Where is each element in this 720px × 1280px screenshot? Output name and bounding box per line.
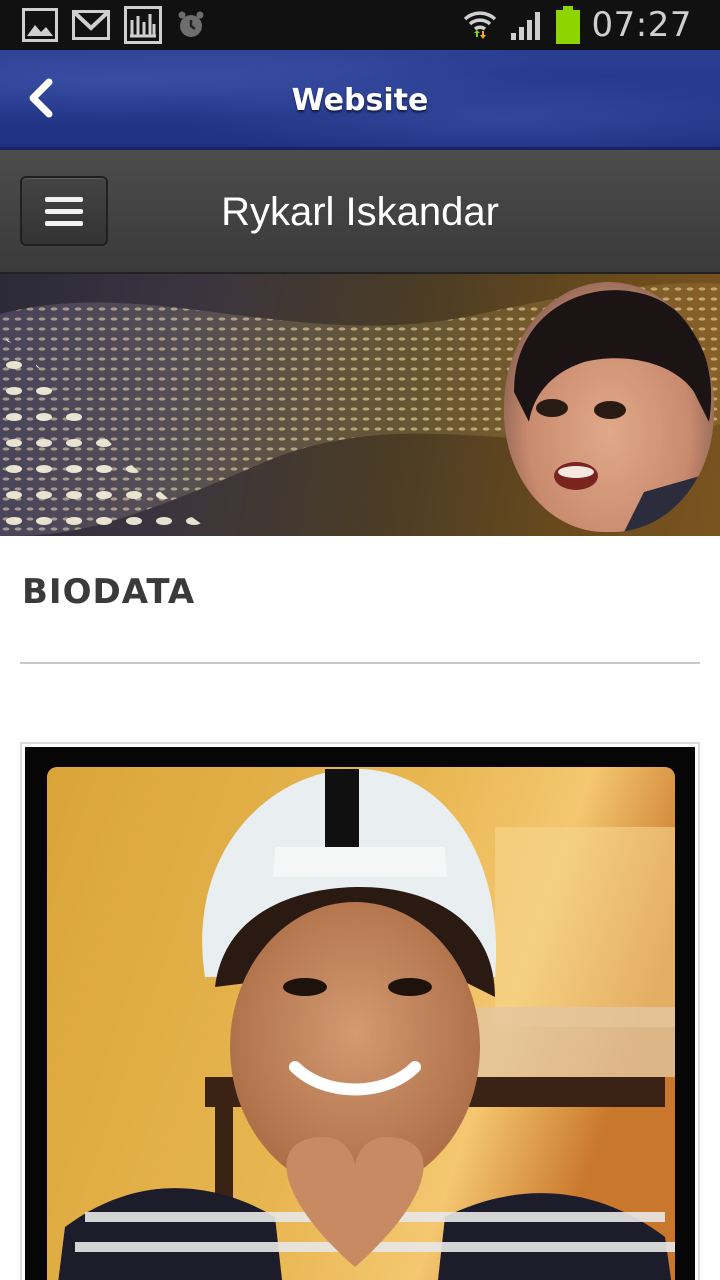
hamburger-icon-line [45,220,83,226]
hamburger-icon-line [45,196,83,202]
signal-icon [510,9,544,41]
alarm-icon [176,10,206,40]
status-clock: 07:27 [591,5,692,45]
section-divider [20,662,700,664]
chevron-left-icon [25,78,55,122]
site-name: Rykarl Iskandar [221,189,499,234]
hamburger-icon-line [45,208,83,214]
section-title: BIODATA [22,572,196,612]
site-header: Rykarl Iskandar [0,150,720,274]
biodata-photo-frame [20,742,700,1280]
wifi-icon [462,7,498,43]
biodata-photo [25,747,695,1280]
page-title: Website [291,82,429,118]
back-button[interactable] [18,74,62,126]
menu-button[interactable] [20,176,108,246]
gmail-icon [72,10,110,40]
app-title-bar: Website [0,50,720,150]
gallery-icon [22,8,58,42]
profile-avatar [504,282,714,532]
status-bar: 07:27 [0,0,720,50]
battery-icon [555,6,580,44]
prayer-times-icon [124,6,162,44]
